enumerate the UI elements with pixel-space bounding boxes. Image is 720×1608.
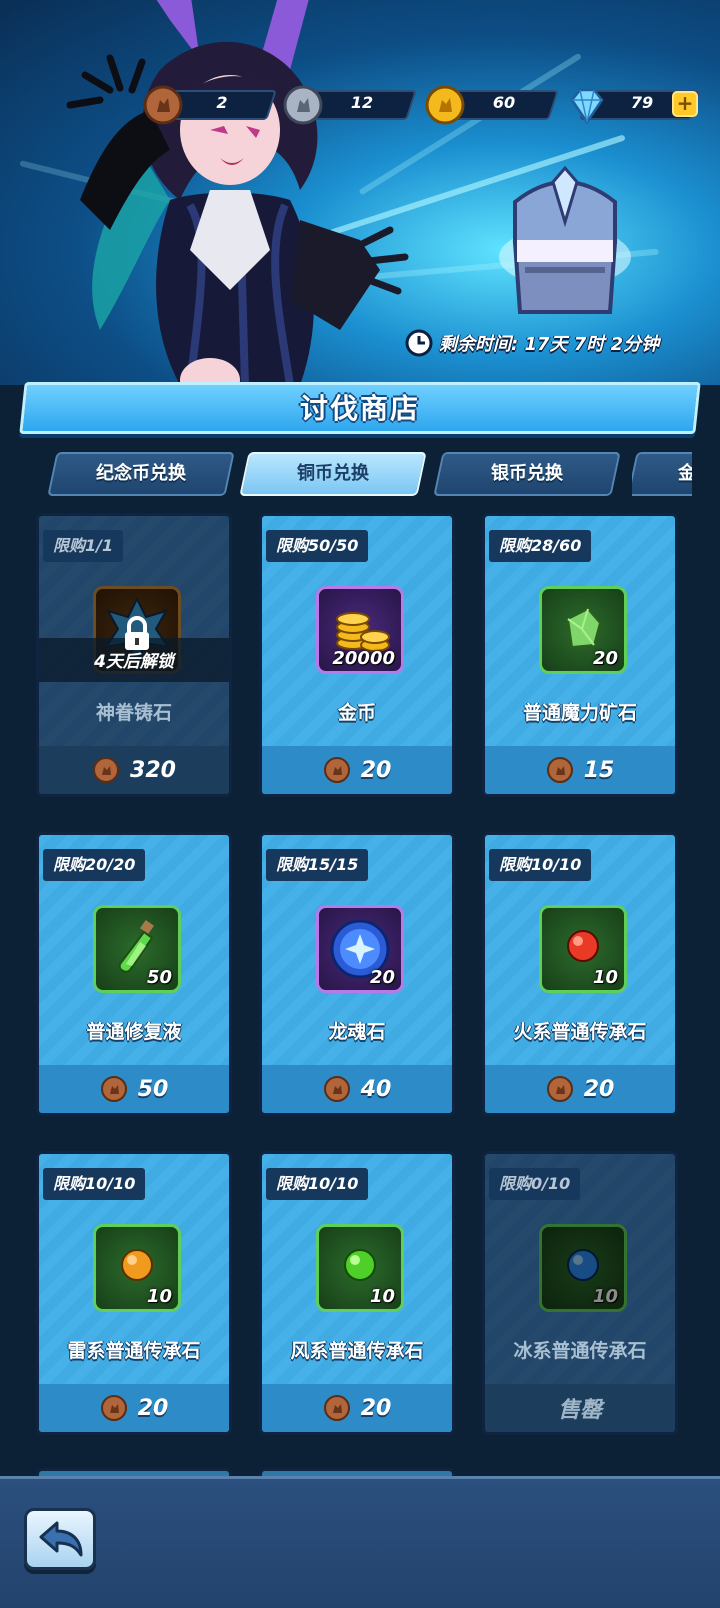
- gold-coin-amount: 60: [492, 93, 516, 112]
- item-icon-frame: 20: [316, 905, 404, 993]
- item-price: 20: [262, 1392, 452, 1424]
- item-quantity: 20: [369, 967, 395, 988]
- shop-item-card[interactable]: 限购1/1 4天后解锁 神眷铸石 320: [36, 513, 232, 797]
- shop-item-card[interactable]: 限购10/10 10 雷系普通传承石 20: [36, 1151, 232, 1435]
- item-name: 金币: [337, 702, 376, 724]
- item-name: 普通魔力矿石: [522, 702, 637, 724]
- item-icon-frame: 10: [539, 905, 627, 993]
- shop-item-card[interactable]: 限购0/10 10 冰系普通传承石 售罄: [482, 1151, 678, 1435]
- bottom-bar: [0, 1476, 720, 1608]
- item-quantity: 10: [146, 1286, 172, 1307]
- item-quantity: 10: [592, 967, 618, 988]
- item-price: 40: [262, 1073, 452, 1105]
- item-quantity: 10: [592, 1286, 618, 1307]
- shop-item-card[interactable]: 限购20/20 50 普通修复液 50: [36, 832, 232, 1116]
- copper-coin-icon: [100, 1395, 127, 1421]
- item-icon-frame: 10: [316, 1224, 404, 1312]
- purchase-limit: 限购15/15: [266, 849, 369, 881]
- tab-label: 金: [678, 463, 692, 484]
- silver-coin-amount: 12: [350, 93, 374, 112]
- remaining-time-text: 剩余时间: 17天 7时 2分钟: [439, 334, 660, 355]
- item-price: 20: [262, 754, 452, 786]
- shop-item-card[interactable]: 限购10/10 10 风系普通传承石 20: [259, 1151, 455, 1435]
- item-price: 15: [485, 754, 675, 786]
- item-name: 雷系普通传承石: [67, 1340, 201, 1362]
- price-value: 320: [130, 757, 176, 783]
- copper-coin-icon: [323, 1076, 350, 1102]
- item-icon-frame: 20000: [316, 586, 404, 674]
- item-name: 冰系普通传承石: [513, 1340, 647, 1362]
- add-diamond-button[interactable]: +: [672, 91, 698, 117]
- copper-coin-icon: [323, 1395, 350, 1421]
- tab-gold-coin-exchange[interactable]: 金: [632, 452, 692, 496]
- purchase-limit: 限购1/1: [43, 530, 124, 562]
- item-icon-frame: 50: [93, 905, 181, 993]
- tab-label: 银币兑换: [491, 463, 563, 484]
- item-icon-frame: 10: [93, 1224, 181, 1312]
- unlock-countdown: 4天后解锁: [94, 652, 174, 672]
- item-quantity: 10: [369, 1286, 395, 1307]
- back-button[interactable]: [24, 1508, 96, 1570]
- price-value: 40: [360, 1076, 392, 1102]
- item-quantity: 50: [146, 967, 172, 988]
- tab-memorial-coin-exchange[interactable]: 纪念币兑换: [47, 452, 235, 496]
- item-name: 普通修复液: [86, 1021, 182, 1043]
- item-price: 50: [39, 1073, 229, 1105]
- item-name: 神眷铸石: [95, 702, 172, 724]
- item-name: 风系普通传承石: [290, 1340, 424, 1362]
- shop-item-card[interactable]: 限购28/60 20 普通魔力矿石 15: [482, 513, 678, 797]
- purchase-limit: 限购10/10: [489, 849, 592, 881]
- item-quantity: 20000: [332, 648, 395, 669]
- item-price: 320: [39, 754, 229, 786]
- item-icon-frame: 10: [539, 1224, 627, 1312]
- shop-item-card[interactable]: 限购10/10 10 火系普通传承石 20: [482, 832, 678, 1116]
- copper-coin-icon: [100, 1076, 127, 1102]
- purchase-limit: 限购0/10: [489, 1168, 581, 1200]
- item-price: 20: [39, 1392, 229, 1424]
- price-value: 15: [583, 757, 615, 783]
- price-value: 20: [360, 757, 392, 783]
- tab-label: 铜币兑换: [297, 463, 369, 484]
- copper-coin-icon: [546, 1076, 573, 1102]
- purchase-limit: 限购10/10: [266, 1168, 369, 1200]
- tab-copper-coin-exchange[interactable]: 铜币兑换: [239, 452, 427, 496]
- shop-item-card[interactable]: 限购50/50 20000 金币 20: [259, 513, 455, 797]
- purchase-limit: 限购28/60: [489, 530, 592, 562]
- item-price: 20: [485, 1073, 675, 1105]
- price-value: 20: [137, 1395, 169, 1421]
- memorial-coin-amount: 2: [216, 93, 228, 112]
- tab-silver-coin-exchange[interactable]: 银币兑换: [433, 452, 621, 496]
- copper-coin-icon: [93, 757, 120, 783]
- purchase-limit: 限购10/10: [43, 1168, 146, 1200]
- purchase-limit: 限购20/20: [43, 849, 146, 881]
- item-icon-frame: 20: [539, 586, 627, 674]
- memorial-coin-counter: 2: [142, 85, 277, 125]
- item-name: 龙魂石: [328, 1021, 386, 1043]
- shop-item-card[interactable]: 限购15/15 20 龙魂石 40: [259, 832, 455, 1116]
- price-value: 20: [583, 1076, 615, 1102]
- copper-coin-icon: [323, 757, 350, 783]
- back-arrow-icon: [39, 1521, 83, 1557]
- clock-icon: [405, 329, 433, 357]
- tab-label: 纪念币兑换: [96, 463, 186, 484]
- gold-coin-counter: 60: [424, 85, 559, 125]
- remaining-time: 剩余时间: 17天 7时 2分钟: [405, 328, 659, 358]
- item-quantity: 20: [592, 648, 618, 669]
- shop-title: 讨伐商店: [299, 392, 420, 425]
- price-value: 20: [360, 1395, 392, 1421]
- treasure-chest-icon: [499, 165, 631, 314]
- price-value: 50: [137, 1076, 169, 1102]
- sold-out-label: 售罄: [557, 1398, 602, 1423]
- copper-coin-icon: [546, 757, 573, 783]
- character-illustration: [66, 0, 409, 385]
- item-name: 火系普通传承石: [513, 1021, 647, 1043]
- silver-coin-counter: 12: [282, 85, 417, 125]
- purchase-limit: 限购50/50: [266, 530, 369, 562]
